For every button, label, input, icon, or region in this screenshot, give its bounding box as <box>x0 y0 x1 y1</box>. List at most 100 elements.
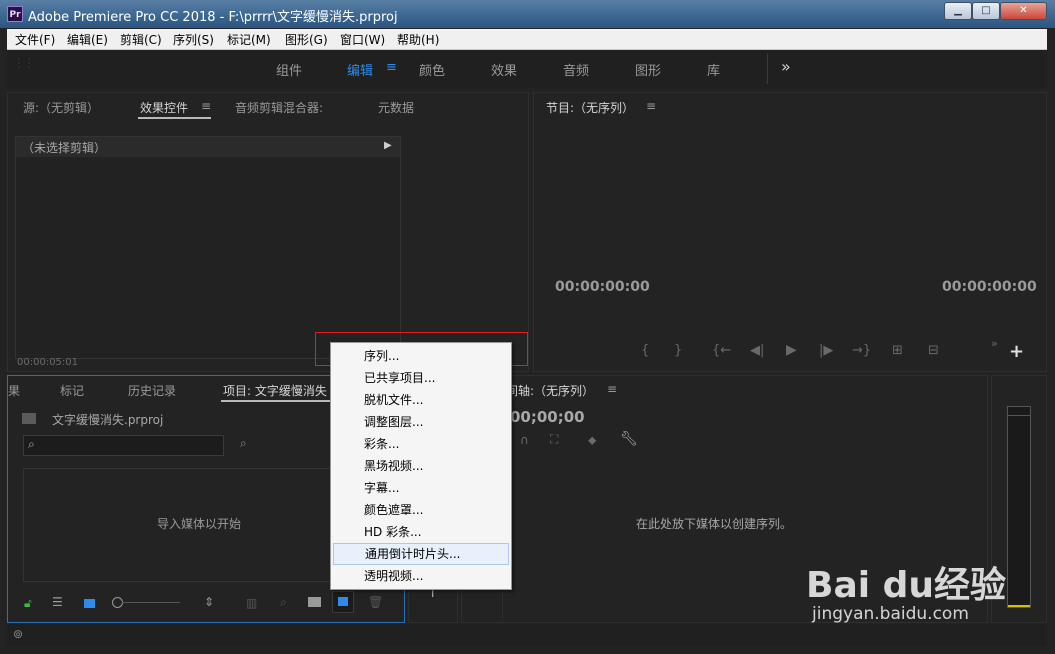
audio-meter <box>1007 406 1031 608</box>
step-back-icon[interactable]: ◀| <box>750 343 764 358</box>
minimize-button[interactable]: ▁ <box>944 2 972 20</box>
icon-view-icon[interactable] <box>84 599 95 608</box>
play-triangle-icon[interactable]: ▶ <box>384 140 392 151</box>
add-button-icon[interactable]: + <box>1009 341 1024 362</box>
tab-audio-clip-mixer[interactable]: 音频剪辑混合器: <box>235 99 323 116</box>
menu-help[interactable]: 帮助(H) <box>397 31 439 48</box>
play-icon[interactable]: ▶ <box>786 342 797 358</box>
automate-icon[interactable]: ▥ <box>246 596 257 610</box>
menu-item-captions[interactable]: 字幕... <box>333 477 509 499</box>
clip-header: （未选择剪辑） ▶ <box>16 137 400 157</box>
find-bin-icon[interactable]: ⌕ <box>240 436 247 451</box>
tab-metadata[interactable]: 元数据 <box>378 99 414 116</box>
project-search-input[interactable]: ⌕ <box>23 435 224 456</box>
effect-controls-area: （未选择剪辑） ▶ <box>15 136 401 359</box>
divider <box>767 54 768 84</box>
window-title: Adobe Premiere Pro CC 2018 - F:\prrrr\文字… <box>28 10 398 25</box>
close-button[interactable]: ✕ <box>1000 2 1047 20</box>
grip-icon: ⋮⋮ <box>13 56 35 70</box>
lift-icon[interactable]: ⊞ <box>892 343 903 358</box>
tab-project[interactable]: 项目: 文字缓慢消失 <box>223 382 327 399</box>
menu-item-offline-file[interactable]: 脱机文件... <box>333 389 509 411</box>
go-to-in-icon[interactable]: {← <box>712 343 731 358</box>
linked-selection-icon[interactable]: ⛶ <box>550 432 558 447</box>
program-timecode-duration: 00:00:00:00 <box>942 279 1037 295</box>
project-folder-icon <box>22 413 36 424</box>
workspace-effects[interactable]: 效果 <box>491 60 517 79</box>
new-item-button[interactable] <box>332 591 354 613</box>
active-tab-indicator <box>138 117 211 119</box>
menu-item-sequence[interactable]: 序列... <box>333 345 509 367</box>
workspace-color[interactable]: 颜色 <box>419 60 445 79</box>
creative-cloud-icon[interactable]: ⊚ <box>13 627 23 641</box>
workspace-bar: ⋮⋮ 组件 编辑 ≡ 颜色 效果 音频 图形 库 » <box>7 50 1047 88</box>
menu-graphics[interactable]: 图形(G) <box>285 31 328 48</box>
menu-marker[interactable]: 标记(M) <box>227 31 271 48</box>
project-file-name: 文字缓慢消失.prproj <box>52 413 164 427</box>
trash-icon[interactable]: 🗑︎ <box>368 595 383 609</box>
menu-item-black-video[interactable]: 黑场视频... <box>333 455 509 477</box>
new-item-context-menu: 序列... 已共享项目... 脱机文件... 调整图层... 彩条... 黑场视… <box>330 342 512 590</box>
menu-item-adjustment-layer[interactable]: 调整图层... <box>333 411 509 433</box>
tab-menu-icon[interactable]: ≡ <box>201 99 211 113</box>
menu-item-transparent-video[interactable]: 透明视频... <box>333 565 509 587</box>
more-controls-icon[interactable]: » <box>991 337 998 350</box>
baidu-watermark-url: jingyan.baidu.com <box>812 604 969 624</box>
add-marker-icon[interactable]: ⬥ <box>588 433 596 448</box>
menu-window[interactable]: 窗口(W) <box>340 31 385 48</box>
search-icon: ⌕ <box>28 437 35 451</box>
zoom-slider[interactable] <box>122 602 180 603</box>
step-forward-icon[interactable]: |▶ <box>819 343 833 358</box>
hamburger-icon[interactable]: ≡ <box>386 60 397 75</box>
menu-clip[interactable]: 剪辑(C) <box>120 31 162 48</box>
tab-menu-icon[interactable]: ≡ <box>607 382 617 396</box>
menu-item-color-matte[interactable]: 颜色遮罩... <box>333 499 509 521</box>
tab-history[interactable]: 历史记录 <box>128 382 176 399</box>
new-item-icon <box>338 597 348 606</box>
go-to-out-icon[interactable]: →} <box>852 343 871 358</box>
new-bin-icon[interactable] <box>308 597 321 607</box>
tab-effect-controls[interactable]: 效果控件 <box>140 99 188 116</box>
wrench-icon[interactable]: 🔧︎ <box>620 431 638 447</box>
workspace-audio[interactable]: 音频 <box>563 60 589 79</box>
timeline-drop-hint: 在此处放下媒体以创建序列。 <box>636 517 793 531</box>
program-panel: 节目:（无序列） ≡ 00:00:00:00 00:00:00:00 { } {… <box>533 92 1047 372</box>
menu-bar: 文件(F) 编辑(E) 剪辑(C) 序列(S) 标记(M) 图形(G) 窗口(W… <box>7 29 1047 50</box>
workspace-graphics[interactable]: 图形 <box>635 60 661 79</box>
workspace-libraries[interactable]: 库 <box>707 60 720 79</box>
menu-sequence[interactable]: 序列(S) <box>173 31 214 48</box>
list-view-icon[interactable]: ☰ <box>52 595 63 609</box>
tab-markers[interactable]: 标记 <box>60 382 84 399</box>
premiere-app-icon: Pr <box>7 6 23 22</box>
timeline-timecode[interactable]: 00;00;00 <box>510 408 585 426</box>
extract-icon[interactable]: ⊟ <box>928 343 939 358</box>
source-panel: 源:（无剪辑） 效果控件 ≡ 音频剪辑混合器: 元数据 （未选择剪辑） ▶ 00… <box>7 92 529 372</box>
source-timecode: 00:00:05:01 <box>17 357 79 368</box>
no-clip-label: （未选择剪辑） <box>22 141 107 155</box>
sort-icon[interactable]: ⇕ <box>204 595 214 609</box>
workspace-editing[interactable]: 编辑 <box>347 60 373 79</box>
menu-item-hd-bars[interactable]: HD 彩条... <box>333 521 509 543</box>
menu-file[interactable]: 文件(F) <box>15 31 55 48</box>
tab-effects-partial[interactable]: 果 <box>8 382 20 399</box>
find-icon[interactable]: ⌕ <box>280 595 287 610</box>
tab-source[interactable]: 源:（无剪辑） <box>23 99 99 116</box>
menu-item-countdown-leader[interactable]: 通用倒计时片头... <box>333 543 509 565</box>
window-title-bar[interactable]: Pr Adobe Premiere Pro CC 2018 - F:\prrrr… <box>0 0 1055 28</box>
menu-item-shared-project[interactable]: 已共享项目... <box>333 367 509 389</box>
meter-level <box>1008 605 1030 607</box>
maximize-button[interactable]: □ <box>972 2 1000 20</box>
snap-icon[interactable]: ∩ <box>520 433 529 447</box>
active-tab-indicator <box>221 400 331 402</box>
menu-item-bars-and-tone[interactable]: 彩条... <box>333 433 509 455</box>
lock-icon[interactable]: 🔓︎ <box>24 596 32 611</box>
mark-in-icon[interactable]: { <box>641 343 649 358</box>
mark-out-icon[interactable]: } <box>674 343 682 358</box>
tab-menu-icon[interactable]: ≡ <box>646 99 656 113</box>
program-title[interactable]: 节目:（无序列） <box>546 99 634 116</box>
more-workspaces-icon[interactable]: » <box>781 57 791 76</box>
workspace-assembly[interactable]: 组件 <box>276 60 302 79</box>
program-timecode-current[interactable]: 00:00:00:00 <box>555 279 650 295</box>
meter-peak-line <box>1008 415 1030 416</box>
menu-edit[interactable]: 编辑(E) <box>67 31 108 48</box>
